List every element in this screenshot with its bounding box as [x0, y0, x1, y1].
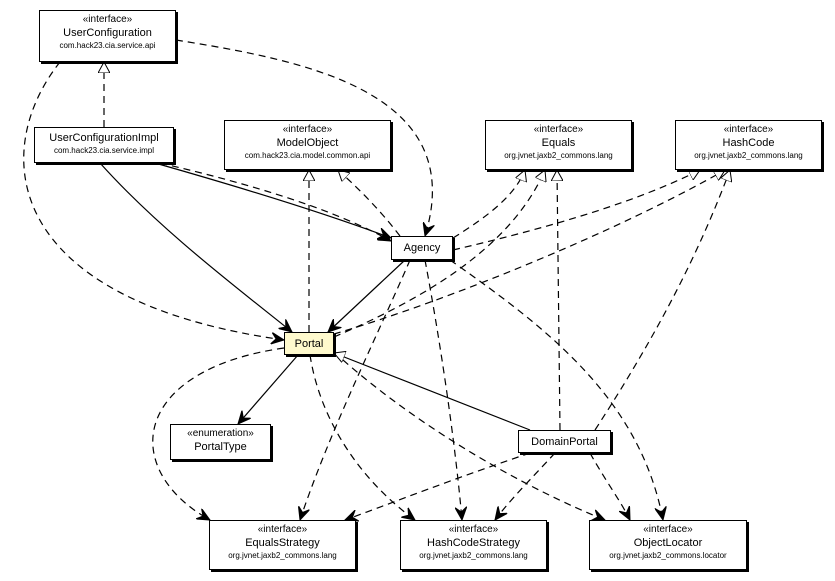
edge-realization-agency-to-hashCode — [452, 170, 700, 251]
node-portal[interactable]: Portal — [284, 332, 334, 355]
stereotype-label: «interface» — [257, 524, 308, 535]
node-equals[interactable]: «interface» Equals org.jvnet.jaxb2_commo… — [485, 120, 632, 170]
node-hash-code[interactable]: «interface» HashCode org.jvnet.jaxb2_com… — [675, 120, 822, 170]
stereotype-label: «interface» — [533, 124, 584, 135]
package-name: org.jvnet.jaxb2_commons.lang — [694, 151, 803, 160]
stereotype-label: «interface» — [723, 124, 774, 135]
class-name: UserConfiguration — [63, 27, 152, 39]
edge-association-agency-to-portal — [328, 259, 406, 332]
class-name: Portal — [294, 338, 324, 350]
package-name: com.hack23.cia.model.common.api — [244, 151, 371, 160]
edge-dependency-domainPortal-to-hashCodeStrategy — [495, 452, 556, 520]
package-name: com.hack23.cia.service.api — [59, 41, 156, 50]
edge-association-userConfigurationImpl-to-agency — [154, 162, 391, 238]
stereotype-label: «interface» — [448, 524, 499, 535]
edge-realization-domainPortal-to-equals — [557, 170, 560, 431]
package-name: com.hack23.cia.service.impl — [53, 146, 155, 155]
class-name: HashCodeStrategy — [427, 537, 520, 549]
package-name: org.jvnet.jaxb2_commons.locator — [609, 551, 727, 560]
node-user-configuration[interactable]: «interface» UserConfiguration com.hack23… — [39, 10, 176, 62]
class-name: EqualsStrategy — [245, 537, 320, 549]
node-user-configuration-impl[interactable]: UserConfigurationImpl com.hack23.cia.ser… — [34, 127, 174, 163]
edge-dependency-agency-to-hashCodeStrategy — [424, 259, 462, 520]
edge-dependency-agency-to-objectLocator — [449, 259, 663, 520]
edge-dependency-portal-to-hashCodeStrategy — [309, 354, 415, 520]
node-domain-portal[interactable]: DomainPortal — [518, 430, 611, 453]
class-name: DomainPortal — [531, 436, 598, 448]
class-name: ObjectLocator — [633, 537, 703, 549]
class-name: Agency — [403, 242, 441, 254]
edge-association-portal-to-portalType — [238, 354, 299, 424]
package-name: org.jvnet.jaxb2_commons.lang — [419, 551, 528, 560]
edge-realization-agency-to-modelObject — [338, 170, 401, 237]
stereotype-label: «interface» — [282, 124, 333, 135]
class-name: Equals — [541, 137, 576, 149]
node-portal-type[interactable]: «enumeration» PortalType — [170, 424, 271, 460]
edge-dependency-domainPortal-to-objectLocator — [589, 452, 631, 520]
node-hash-code-strategy[interactable]: «interface» HashCodeStrategy org.jvnet.j… — [400, 520, 547, 570]
edges-layer — [23, 39, 835, 581]
edge-realization-domainPortal-to-hashCode — [594, 170, 730, 431]
node-object-locator[interactable]: «interface» ObjectLocator org.jvnet.jaxb… — [589, 520, 747, 570]
edge-realization-agency-to-equals — [452, 170, 525, 239]
stereotype-label: «interface» — [82, 14, 133, 25]
node-model-object[interactable]: «interface» ModelObject com.hack23.cia.m… — [224, 120, 391, 170]
edge-dependency-agency-to-equalsStrategy — [300, 259, 411, 520]
class-name: PortalType — [194, 441, 247, 453]
edge-generalization-domainPortal-to-portal — [334, 353, 531, 431]
node-equals-strategy[interactable]: «interface» EqualsStrategy org.jvnet.jax… — [209, 520, 356, 570]
edge-association-userConfigurationImpl-to-portal — [99, 162, 292, 332]
package-name: org.jvnet.jaxb2_commons.lang — [504, 151, 613, 160]
stereotype-label: «enumeration» — [187, 428, 254, 439]
class-name: HashCode — [722, 137, 775, 149]
stereotype-label: «interface» — [643, 524, 693, 535]
package-name: org.jvnet.jaxb2_commons.lang — [228, 551, 337, 560]
node-agency[interactable]: Agency — [391, 236, 453, 260]
class-name: UserConfigurationImpl — [49, 132, 159, 144]
class-name: ModelObject — [276, 137, 339, 149]
edge-dependency-userConfiguration-to-portal — [23, 61, 284, 340]
